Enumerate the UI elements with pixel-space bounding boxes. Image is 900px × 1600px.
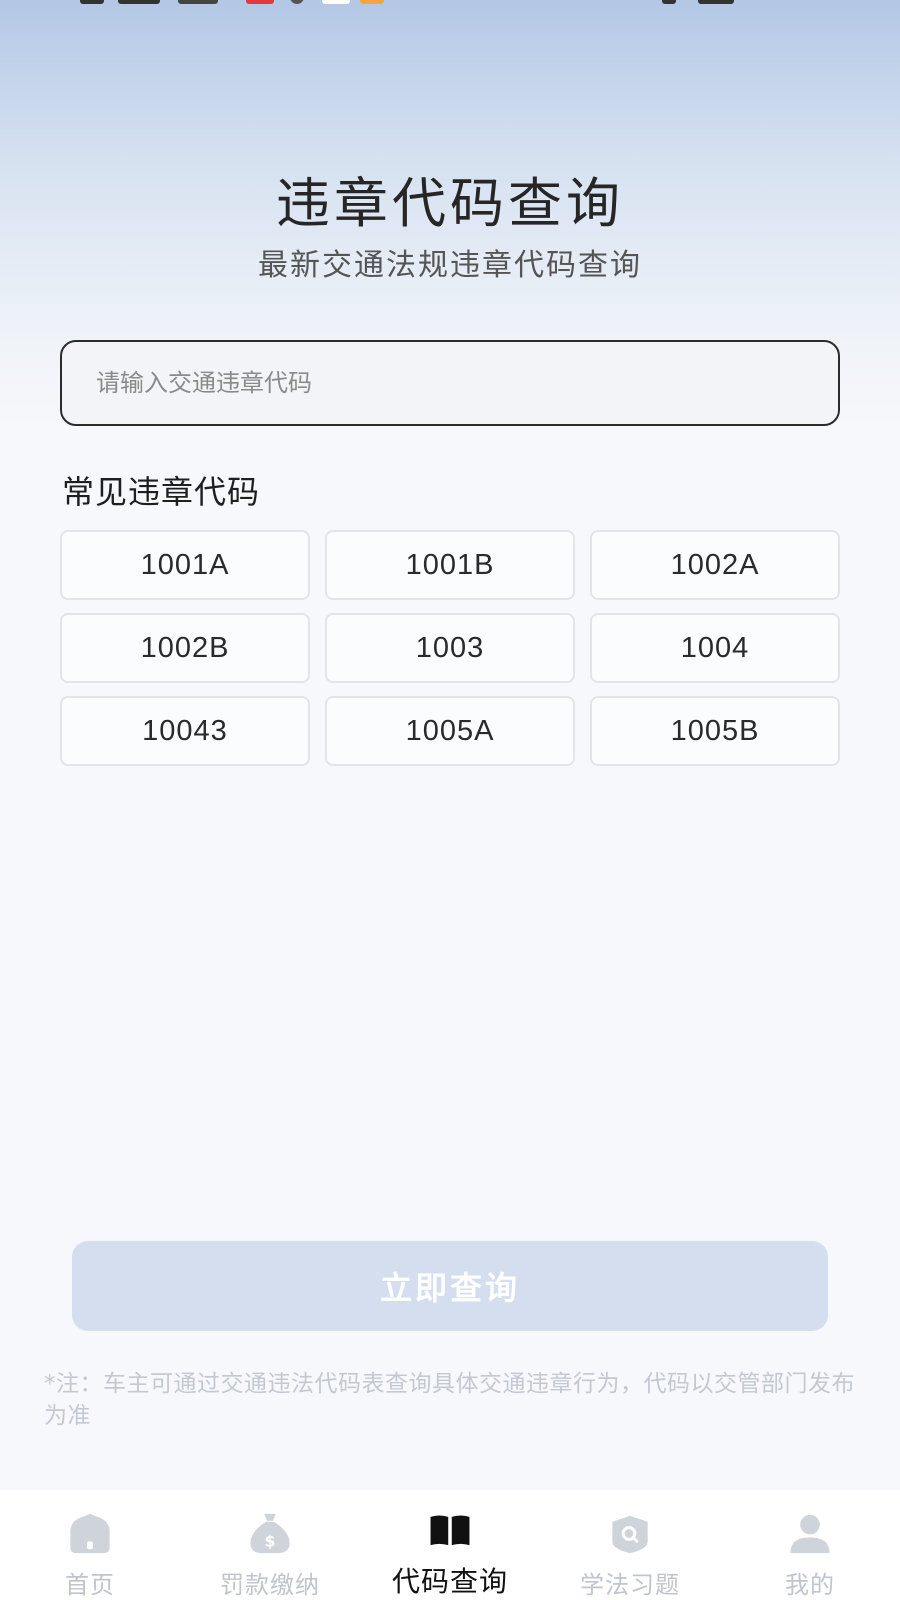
code-chip[interactable]: 10043	[60, 696, 310, 766]
tab-home[interactable]: 首页	[0, 1490, 180, 1600]
code-chip[interactable]: 1002B	[60, 613, 310, 683]
notification-dot-icon	[290, 0, 304, 4]
svg-text:$: $	[265, 1531, 276, 1550]
tab-code-query[interactable]: 代码查询	[360, 1490, 540, 1600]
tab-label: 罚款缴纳	[220, 1571, 320, 1599]
user-icon	[790, 1514, 830, 1554]
page-subtitle: 最新交通法规违章代码查询	[258, 248, 642, 283]
code-chip[interactable]: 1004	[590, 613, 840, 683]
tab-law-exercises[interactable]: 学法习题	[540, 1490, 720, 1600]
tab-label: 学法习题	[580, 1571, 680, 1599]
code-search-input[interactable]	[96, 369, 796, 397]
page-title: 违章代码查询	[276, 172, 624, 235]
alarm-icon	[662, 0, 676, 4]
status-bar	[0, 0, 900, 6]
notification-app-icon	[360, 0, 384, 4]
code-chip[interactable]: 1005B	[590, 696, 840, 766]
disclaimer-note: *注：车主可通过交通违法代码表查询具体交通违章行为，代码以交管部门发布为准	[44, 1371, 855, 1429]
tab-profile[interactable]: 我的	[720, 1490, 900, 1600]
common-codes-title: 常见违章代码	[62, 473, 261, 511]
code-chip[interactable]: 1002A	[590, 530, 840, 600]
home-icon	[70, 1513, 110, 1554]
tab-label: 首页	[65, 1571, 115, 1599]
code-chip[interactable]: 1005A	[325, 696, 575, 766]
money-bag-icon: $	[250, 1513, 290, 1554]
notification-icon	[246, 0, 274, 4]
tab-fine-payment[interactable]: $ 罚款缴纳	[180, 1490, 360, 1600]
status-sim-icon	[80, 0, 104, 4]
bottom-tab-bar: 首页 $ 罚款缴纳 代码查询 学法习题 我的	[0, 1490, 900, 1600]
book-icon	[430, 1515, 470, 1546]
code-chip[interactable]: 1001B	[325, 530, 575, 600]
common-codes-grid: 1001A 1001B 1002A 1002B 1003 1004 10043 …	[60, 530, 840, 766]
code-chip[interactable]: 1003	[325, 613, 575, 683]
search-badge-icon	[612, 1515, 648, 1554]
page-header: 违章代码查询 最新交通法规违章代码查询	[0, 168, 900, 286]
notification-app-icon	[322, 0, 350, 4]
code-chip[interactable]: 1001A	[60, 530, 310, 600]
signal-icon	[118, 0, 160, 4]
query-now-button[interactable]: 立即查询	[72, 1241, 828, 1331]
search-box[interactable]	[60, 340, 840, 426]
wifi-icon	[178, 0, 218, 4]
battery-icon	[698, 0, 734, 4]
tab-label: 代码查询	[391, 1565, 508, 1598]
tab-label: 我的	[785, 1571, 835, 1599]
